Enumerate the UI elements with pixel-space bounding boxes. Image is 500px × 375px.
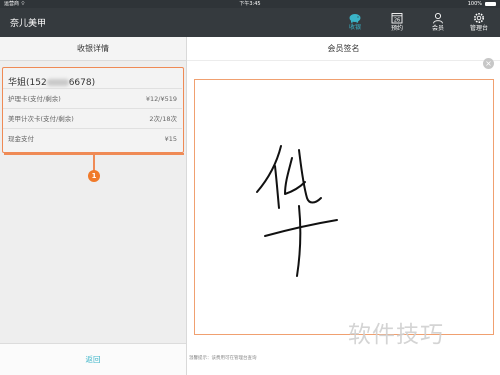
nav-appointment-label: 预约 <box>390 25 403 32</box>
callout-connector-horizontal <box>4 153 184 155</box>
nav-admin-label: 管理台 <box>469 25 488 32</box>
payment-summary-box: 华姐(152 6678) 护理卡(支付/剩余) ¥12/¥519 美甲计次卡(支付… <box>2 67 184 153</box>
person-icon <box>433 12 443 24</box>
member-name: 华姐(152 6678) <box>8 78 96 88</box>
signature-title: 会员签名 <box>187 37 500 61</box>
payment-row-care-card: 护理卡(支付/剩余) ¥12/¥519 <box>3 88 182 108</box>
nav-appointment[interactable]: 26 预约 <box>380 10 414 36</box>
svg-text:26: 26 <box>394 18 400 24</box>
clock: 下午3:45 <box>239 1 261 7</box>
checkout-detail-title: 收银详情 <box>0 37 186 61</box>
status-bar: 运营商 ⌔ 下午3:45 100% <box>0 0 500 8</box>
battery-icon <box>485 2 496 6</box>
checkout-detail-panel: 收银详情 华姐(152 6678) 护理卡(支付/剩余) ¥12/¥519 美甲计… <box>0 37 186 375</box>
payment-row-cash: 现金支付 ¥15 <box>3 128 182 148</box>
payment-row-value: 2次/18次 <box>149 115 177 123</box>
signature-pad[interactable] <box>194 79 494 335</box>
blurred-phone-digits <box>46 79 69 86</box>
watermark-text: 软件技巧 <box>348 322 444 348</box>
callout-number-badge: 1 <box>88 170 100 182</box>
nav-cashier[interactable]: 收银 <box>338 10 372 36</box>
signature-footnote: 温馨提示：该费用可在管理台查询 <box>189 356 257 361</box>
nav-admin[interactable]: 管理台 <box>462 10 496 36</box>
nav-cashier-label: 收银 <box>348 24 361 31</box>
nav-member[interactable]: 会员 <box>421 10 455 36</box>
callout-connector <box>93 155 95 171</box>
payment-row-value: ¥12/¥519 <box>145 95 177 103</box>
calendar-icon: 26 <box>391 13 403 24</box>
nav-member-label: 会员 <box>431 25 444 32</box>
member-signature-panel: 会员签名 × 温馨提示：该费用可在管理台查询 <box>186 37 500 375</box>
battery-percent: 100% <box>467 1 482 7</box>
payment-row-label: 护理卡(支付/剩余) <box>8 95 61 103</box>
payment-row-label: 现金支付 <box>8 135 34 143</box>
payment-row-label: 美甲计次卡(支付/剩余) <box>8 115 74 123</box>
close-icon[interactable]: × <box>483 58 494 69</box>
gear-icon <box>474 13 484 23</box>
signature-stroke <box>256 145 338 277</box>
payment-row-value: ¥15 <box>164 135 177 143</box>
top-nav-bar: 奈儿美甲 收银 26 预约 会员 管理台 <box>0 8 500 37</box>
back-button[interactable]: 返回 <box>0 343 186 375</box>
piggy-bank-icon <box>349 14 361 23</box>
app-title: 奈儿美甲 <box>10 19 47 29</box>
payment-row-nail-count-card: 美甲计次卡(支付/剩余) 2次/18次 <box>3 108 182 128</box>
